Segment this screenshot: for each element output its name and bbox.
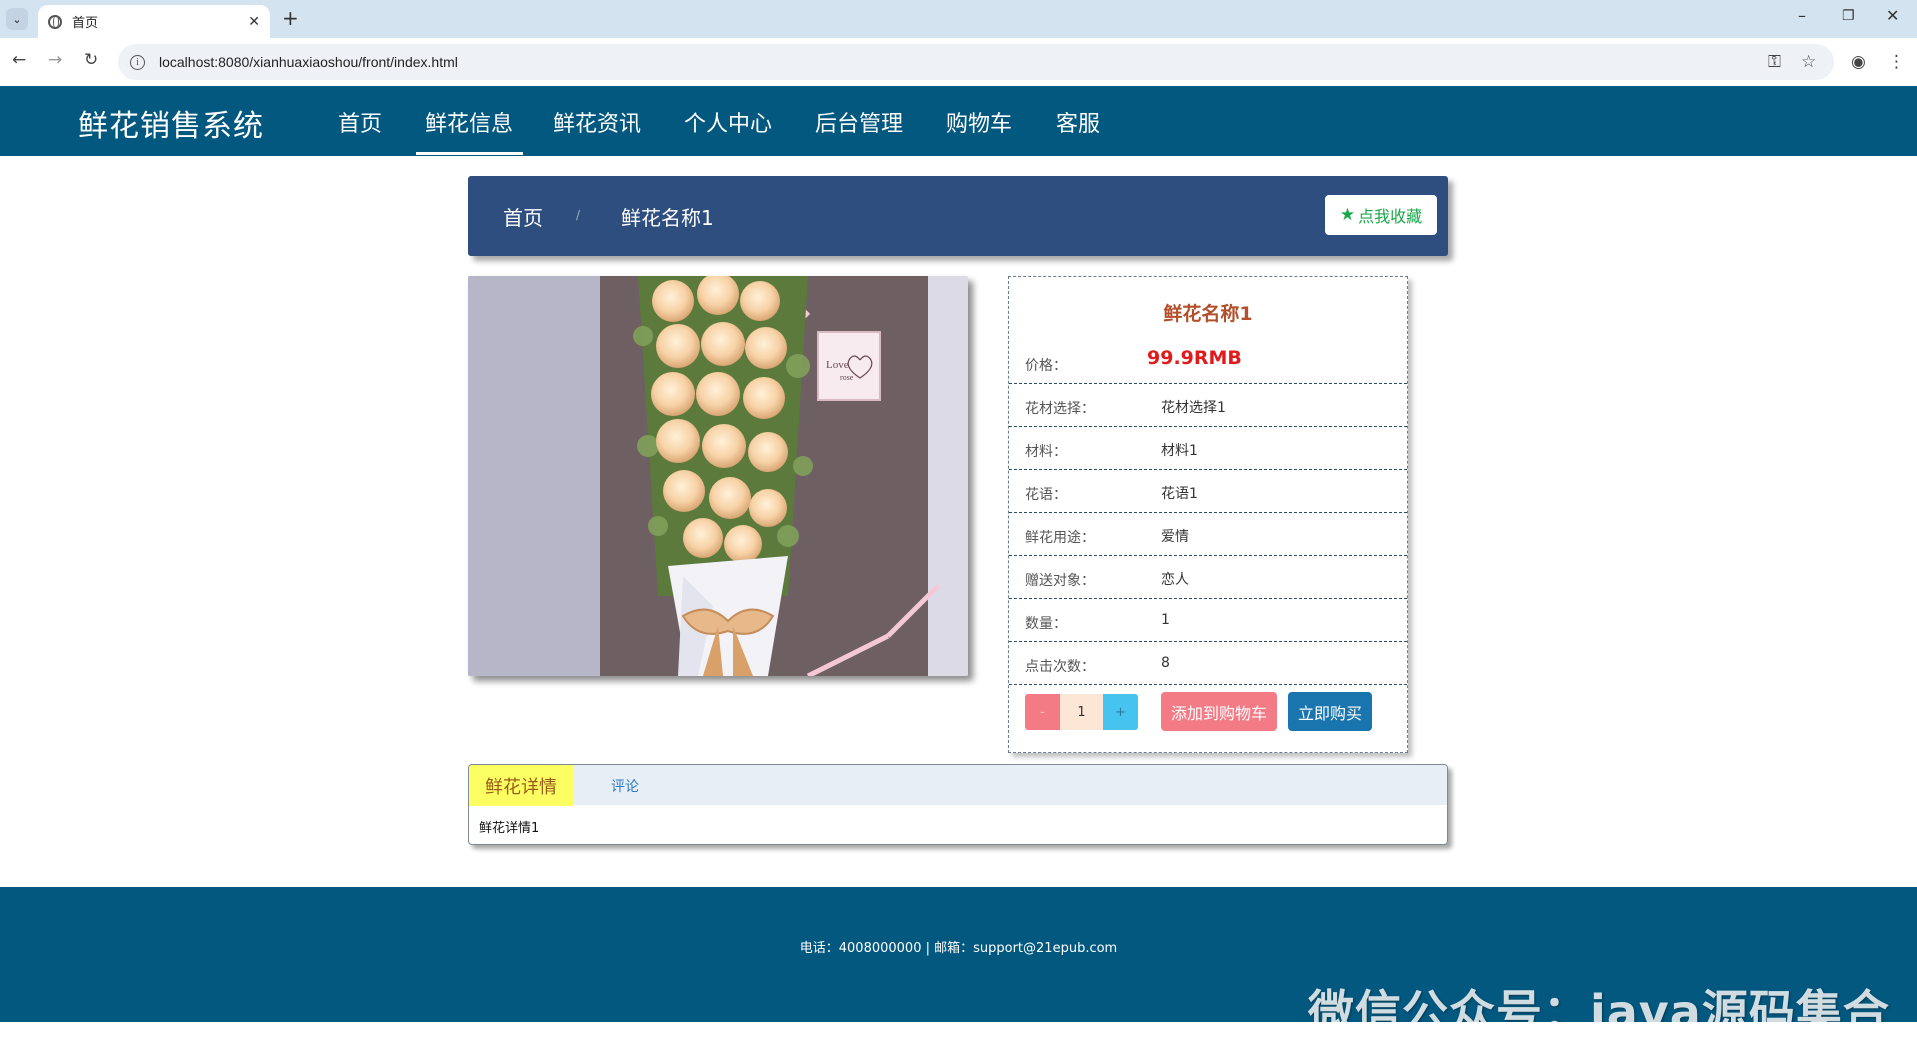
site-brand[interactable]: 鲜花销售系统: [78, 101, 264, 145]
tab-comments[interactable]: 评论: [611, 776, 639, 796]
browser-toolbar: ← → ↻ i localhost:8080/xianhuaxiaoshou/f…: [0, 38, 1917, 86]
product-detail-panel: 鲜花名称1 价格： 99.9RMB 花材选择： 花材选择1 材料： 材料1 花语…: [1008, 276, 1408, 753]
globe-icon: [48, 14, 62, 29]
nav-flower-news[interactable]: 鲜花资讯: [553, 106, 641, 138]
back-arrow-icon[interactable]: ←: [12, 50, 26, 70]
row-value: 爱情: [1161, 529, 1189, 545]
favorite-label: 点我收藏: [1358, 207, 1423, 226]
detail-row: 花语： 花语1: [1009, 470, 1407, 513]
card-text-love: Love: [826, 359, 849, 371]
row-value: 8: [1161, 655, 1170, 671]
breadcrumb-separator: /: [576, 208, 581, 222]
nav-flower-info[interactable]: 鲜花信息: [425, 106, 513, 138]
tab-flower-details[interactable]: 鲜花详情: [469, 765, 573, 806]
quantity-decrease-button[interactable]: -: [1025, 694, 1060, 730]
row-label: 数量：: [1025, 616, 1067, 632]
detail-row: 材料： 材料1: [1009, 427, 1407, 470]
nav-cart[interactable]: 购物车: [946, 106, 1012, 138]
row-label: 鲜花用途：: [1025, 530, 1095, 546]
buy-now-button[interactable]: 立即购买: [1288, 692, 1372, 731]
forward-arrow-icon[interactable]: →: [48, 50, 62, 70]
detail-row: 鲜花用途： 爱情: [1009, 513, 1407, 556]
detail-row: 赠送对象： 恋人: [1009, 556, 1407, 599]
detail-row: 数量： 1: [1009, 599, 1407, 642]
address-bar[interactable]: i localhost:8080/xianhuaxiaoshou/front/i…: [118, 44, 1834, 80]
row-label: 花语：: [1025, 487, 1067, 503]
reload-icon[interactable]: ↻: [84, 50, 98, 70]
restore-button[interactable]: ❐: [1842, 8, 1855, 24]
row-value: 材料1: [1161, 443, 1198, 459]
nav-admin[interactable]: 后台管理: [815, 106, 903, 138]
row-label: 材料：: [1025, 444, 1067, 460]
url-text: localhost:8080/xianhuaxiaoshou/front/ind…: [159, 54, 458, 70]
product-image: Love rose: [468, 276, 968, 676]
nav-customer-service[interactable]: 客服: [1056, 106, 1100, 138]
tab-close-button[interactable]: ✕: [248, 14, 260, 30]
product-title: 鲜花名称1: [1163, 303, 1253, 325]
window-close-button[interactable]: ✕: [1886, 6, 1899, 25]
bookmark-star-icon[interactable]: ☆: [1801, 52, 1816, 72]
row-label: 花材选择：: [1025, 401, 1095, 417]
site-header: 鲜花销售系统 首页 鲜花信息 鲜花资讯 个人中心 后台管理 购物车 客服: [0, 86, 1917, 156]
site-info-icon[interactable]: i: [130, 54, 145, 70]
row-value: 花语1: [1161, 486, 1198, 502]
footer-contact: 电话：4008000000 | 邮箱：support@21epub.com: [799, 941, 1118, 956]
breadcrumb-home[interactable]: 首页: [503, 202, 543, 231]
bottom-strip: [0, 1022, 1917, 1042]
menu-kebab-icon[interactable]: ⋮: [1888, 52, 1905, 72]
breadcrumb-current: 鲜花名称1: [621, 206, 714, 230]
browser-tab[interactable]: 首页 ✕: [38, 5, 270, 38]
flower-bouquet-photo: Love rose: [468, 276, 968, 676]
quantity-increase-button[interactable]: +: [1103, 694, 1138, 730]
key-icon[interactable]: ⚿: [1768, 52, 1781, 72]
nav-active-indicator: [416, 152, 523, 155]
minimize-button[interactable]: –: [1798, 6, 1806, 25]
star-icon: ★: [1339, 205, 1356, 225]
tab-title: 首页: [72, 16, 99, 31]
tabs-header: 鲜花详情 评论: [469, 765, 1447, 806]
profile-icon[interactable]: ◉: [1851, 52, 1866, 72]
nav-home[interactable]: 首页: [338, 106, 382, 138]
row-label: 赠送对象：: [1025, 573, 1095, 589]
price-label: 价格：: [1025, 358, 1067, 374]
chevron-down-icon: ⌄: [12, 12, 22, 26]
card-text-rose: rose: [840, 373, 854, 382]
detail-row: 点击次数： 8: [1009, 642, 1407, 685]
row-value: 花材选择1: [1161, 400, 1226, 416]
price-value: 99.9RMB: [1147, 347, 1242, 369]
price-row: 价格： 99.9RMB: [1009, 341, 1407, 384]
tab-list-button[interactable]: ⌄: [6, 8, 28, 30]
row-value: 恋人: [1161, 572, 1189, 588]
row-label: 点击次数：: [1025, 659, 1095, 675]
favorite-button[interactable]: ★ 点我收藏: [1325, 195, 1437, 235]
breadcrumb: 首页 / 鲜花名称1 ★ 点我收藏: [468, 176, 1448, 256]
new-tab-button[interactable]: +: [282, 6, 299, 30]
quantity-input[interactable]: 1: [1060, 694, 1103, 730]
browser-tabstrip: ⌄ 首页 ✕ + – ❐ ✕: [0, 0, 1917, 38]
detail-tabs-panel: 鲜花详情 评论 鲜花详情1: [468, 764, 1448, 845]
detail-row: 花材选择： 花材选择1: [1009, 384, 1407, 427]
add-to-cart-button[interactable]: 添加到购物车: [1161, 692, 1277, 731]
row-value: 1: [1161, 612, 1170, 628]
tab-content: 鲜花详情1: [479, 821, 540, 836]
nav-personal-center[interactable]: 个人中心: [684, 106, 772, 138]
